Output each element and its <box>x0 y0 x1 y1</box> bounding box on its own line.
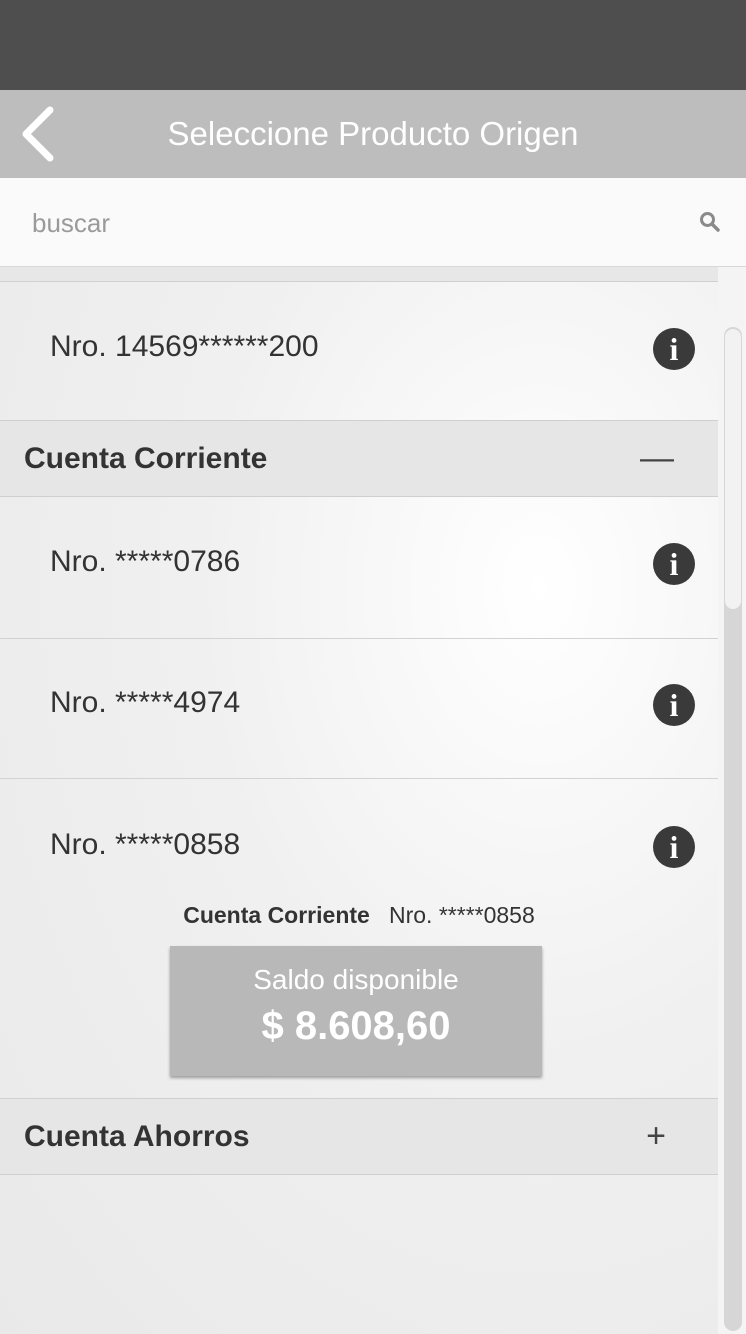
list-item-expanded[interactable]: Nro. *****0858 i Cuenta Corriente Nro. *… <box>0 779 718 1099</box>
list-item[interactable]: Nro. *****4974 i <box>0 639 718 779</box>
scrollbar-thumb[interactable] <box>725 329 741 609</box>
account-number: Nro. *****0858 <box>50 828 241 861</box>
info-icon[interactable]: i <box>653 543 695 585</box>
product-list: Nro. 14569******200 i Cuenta Corriente —… <box>0 267 718 1334</box>
section-header-cuenta-ahorros[interactable]: Cuenta Ahorros + <box>0 1098 718 1175</box>
nav-bar: Seleccione Producto Origen <box>0 90 746 178</box>
status-bar <box>0 0 746 90</box>
account-detail-number: Nro. *****0858 <box>389 902 535 928</box>
info-icon[interactable]: i <box>653 826 695 868</box>
page-title: Seleccione Producto Origen <box>167 115 579 152</box>
account-type: Cuenta Corriente <box>183 902 370 928</box>
search-input[interactable] <box>30 200 674 246</box>
section-label: Cuenta Corriente <box>24 442 268 475</box>
info-icon[interactable]: i <box>653 328 695 370</box>
balance-card: Saldo disponible $ 8.608,60 <box>170 946 542 1076</box>
account-number: Nro. 14569******200 <box>50 330 319 363</box>
account-number: Nro. *****4974 <box>50 686 241 719</box>
list-top-divider <box>0 267 718 282</box>
list-item[interactable]: Nro. *****0786 i <box>0 497 718 639</box>
balance-amount: $ 8.608,60 <box>261 1004 451 1048</box>
search-icon[interactable] <box>698 210 722 234</box>
collapse-icon[interactable]: — <box>640 421 674 496</box>
account-detail: Cuenta Corriente Nro. *****0858 <box>0 902 718 929</box>
info-icon[interactable]: i <box>653 684 695 726</box>
section-label: Cuenta Ahorros <box>24 1120 250 1153</box>
section-header-cuenta-corriente[interactable]: Cuenta Corriente — <box>0 420 718 497</box>
balance-label: Saldo disponible <box>253 964 459 995</box>
account-number: Nro. *****0786 <box>50 545 241 578</box>
search-bar <box>0 178 746 267</box>
expand-icon[interactable]: + <box>640 1099 672 1174</box>
list-item[interactable]: Nro. 14569******200 i <box>0 282 718 421</box>
